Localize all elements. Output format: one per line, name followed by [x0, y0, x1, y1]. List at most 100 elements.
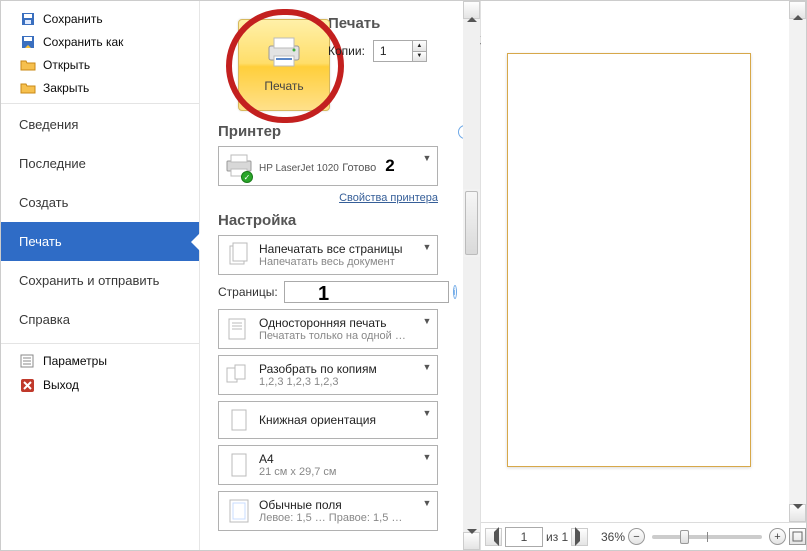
sidebar-item-open[interactable]: Открыть [1, 53, 199, 76]
print-settings-panel: Печать Печать Копии: 1 ▲ ▼ 3 [200, 1, 481, 550]
margins-icon [225, 497, 253, 525]
printer-name: HP LaserJet 1020 [259, 163, 339, 174]
sidebar-item-info[interactable]: Сведения [1, 105, 199, 144]
scroll-up-icon[interactable] [463, 1, 480, 19]
sidebar-item-label: Сохранить как [43, 35, 123, 49]
sides-selector[interactable]: Односторонняя печать Печатать только на … [218, 309, 438, 349]
next-page-button[interactable] [571, 528, 588, 546]
sidebar-item-label: Открыть [43, 58, 90, 72]
sidebar-item-save-send[interactable]: Сохранить и отправить [1, 261, 199, 300]
sidebar-separator [1, 103, 199, 104]
scope-main: Напечатать все страницы [259, 242, 421, 256]
close-folder-icon [19, 80, 36, 96]
sidebar-item-new[interactable]: Создать [1, 183, 199, 222]
chevron-down-icon: ▼ [421, 316, 433, 326]
info-icon[interactable]: i [453, 285, 457, 299]
printer-properties-link[interactable]: Свойства принтера [339, 192, 438, 204]
sides-main: Односторонняя печать [259, 316, 421, 330]
pages-stack-icon [225, 241, 253, 269]
chevron-down-icon: ▼ [421, 242, 433, 252]
sidebar-separator [1, 343, 199, 344]
print-button-label: Печать [264, 79, 303, 93]
scroll-up-icon[interactable] [789, 1, 806, 19]
collate-selector[interactable]: Разобрать по копиям 1,2,3 1,2,3 1,2,3 ▼ [218, 355, 438, 395]
preview-footer: 1 из 1 36% − + [481, 522, 806, 550]
spinner-up-icon[interactable]: ▲ [412, 41, 426, 52]
print-button[interactable]: Печать [238, 19, 330, 111]
scope-sub: Напечатать весь документ [259, 256, 421, 268]
copies-value: 1 [374, 41, 412, 61]
orientation-main: Книжная ориентация [259, 413, 421, 427]
fit-to-window-button[interactable] [789, 528, 806, 545]
preview-scrollbar[interactable] [789, 1, 806, 522]
preview-page [507, 53, 751, 467]
print-scope-selector[interactable]: Напечатать все страницы Напечатать весь … [218, 235, 438, 275]
collate-icon [225, 361, 253, 389]
copies-label: Копии: [328, 44, 365, 58]
paper-size-selector[interactable]: A4 21 см x 29,7 см ▼ [218, 445, 438, 485]
annotation-1: 1 [318, 283, 329, 306]
print-preview-panel: 1 из 1 36% − + [481, 1, 806, 550]
zoom-in-button[interactable]: + [769, 528, 786, 545]
sidebar-item-label: Выход [43, 378, 79, 392]
zoom-value: 36% [601, 530, 625, 544]
sidebar-item-label: Параметры [43, 354, 107, 368]
zoom-slider[interactable] [652, 535, 762, 539]
chevron-down-icon: ▼ [421, 452, 433, 462]
chevron-down-icon: ▼ [421, 498, 433, 508]
sidebar-item-help[interactable]: Справка [1, 300, 199, 339]
backstage-view: Сохранить Сохранить как Открыть Закрыть … [0, 0, 807, 551]
sidebar: Сохранить Сохранить как Открыть Закрыть … [1, 1, 200, 550]
options-icon [19, 353, 36, 369]
chevron-down-icon: ▼ [421, 362, 433, 372]
scroll-down-icon[interactable] [463, 532, 480, 550]
copies-spinner[interactable]: 1 ▲ ▼ [373, 40, 427, 62]
collate-sub: 1,2,3 1,2,3 1,2,3 [259, 376, 421, 388]
orientation-selector[interactable]: Книжная ориентация ▼ [218, 401, 438, 439]
margins-sub: Левое: 1,5 … Правое: 1,5 … [259, 512, 421, 524]
prev-page-button[interactable] [485, 528, 502, 546]
page-number-field[interactable]: 1 [505, 527, 543, 547]
sidebar-item-recent[interactable]: Последние [1, 144, 199, 183]
margins-main: Обычные поля [259, 498, 421, 512]
sidebar-item-exit[interactable]: Выход [1, 373, 199, 397]
settings-heading: Настройка [218, 212, 296, 229]
paper-main: A4 [259, 452, 421, 466]
page-icon [225, 451, 253, 479]
printer-heading: Принтер [218, 123, 281, 140]
pages-label: Страницы: [218, 285, 278, 299]
printer-status-ok-icon: ✓ [241, 171, 253, 183]
spinner-down-icon[interactable]: ▼ [412, 52, 426, 62]
settings-scrollbar[interactable] [463, 1, 480, 550]
zoom-slider-knob[interactable] [680, 530, 689, 544]
open-folder-icon [19, 57, 36, 73]
print-heading: Печать [328, 15, 427, 32]
sidebar-item-close[interactable]: Закрыть [1, 76, 199, 99]
sidebar-item-save[interactable]: Сохранить [1, 7, 199, 30]
page-total-label: из 1 [546, 530, 568, 544]
printer-status: Готово [342, 162, 376, 174]
exit-icon [19, 377, 36, 393]
printer-selector[interactable]: ✓ HP LaserJet 1020 Готово 2 ▼ [218, 146, 438, 186]
sidebar-item-options[interactable]: Параметры [1, 349, 199, 373]
single-side-icon [225, 315, 253, 343]
sidebar-item-saveas[interactable]: Сохранить как [1, 30, 199, 53]
paper-sub: 21 см x 29,7 см [259, 466, 421, 478]
scroll-down-icon[interactable] [789, 504, 806, 522]
saveas-icon [19, 34, 36, 50]
chevron-down-icon: ▼ [421, 153, 433, 163]
sidebar-item-label: Закрыть [43, 81, 89, 95]
margins-selector[interactable]: Обычные поля Левое: 1,5 … Правое: 1,5 … … [218, 491, 438, 531]
scroll-thumb[interactable] [465, 191, 478, 255]
save-icon [19, 11, 36, 27]
sidebar-item-print[interactable]: Печать [1, 222, 199, 261]
portrait-icon [225, 406, 253, 434]
printer-icon [264, 34, 304, 73]
collate-main: Разобрать по копиям [259, 362, 421, 376]
annotation-2: 2 [385, 162, 394, 174]
pages-input[interactable] [284, 281, 449, 303]
sides-sub: Печатать только на одной … [259, 330, 421, 342]
sidebar-item-label: Сохранить [43, 12, 103, 26]
zoom-out-button[interactable]: − [628, 528, 645, 545]
chevron-down-icon: ▼ [421, 408, 433, 418]
